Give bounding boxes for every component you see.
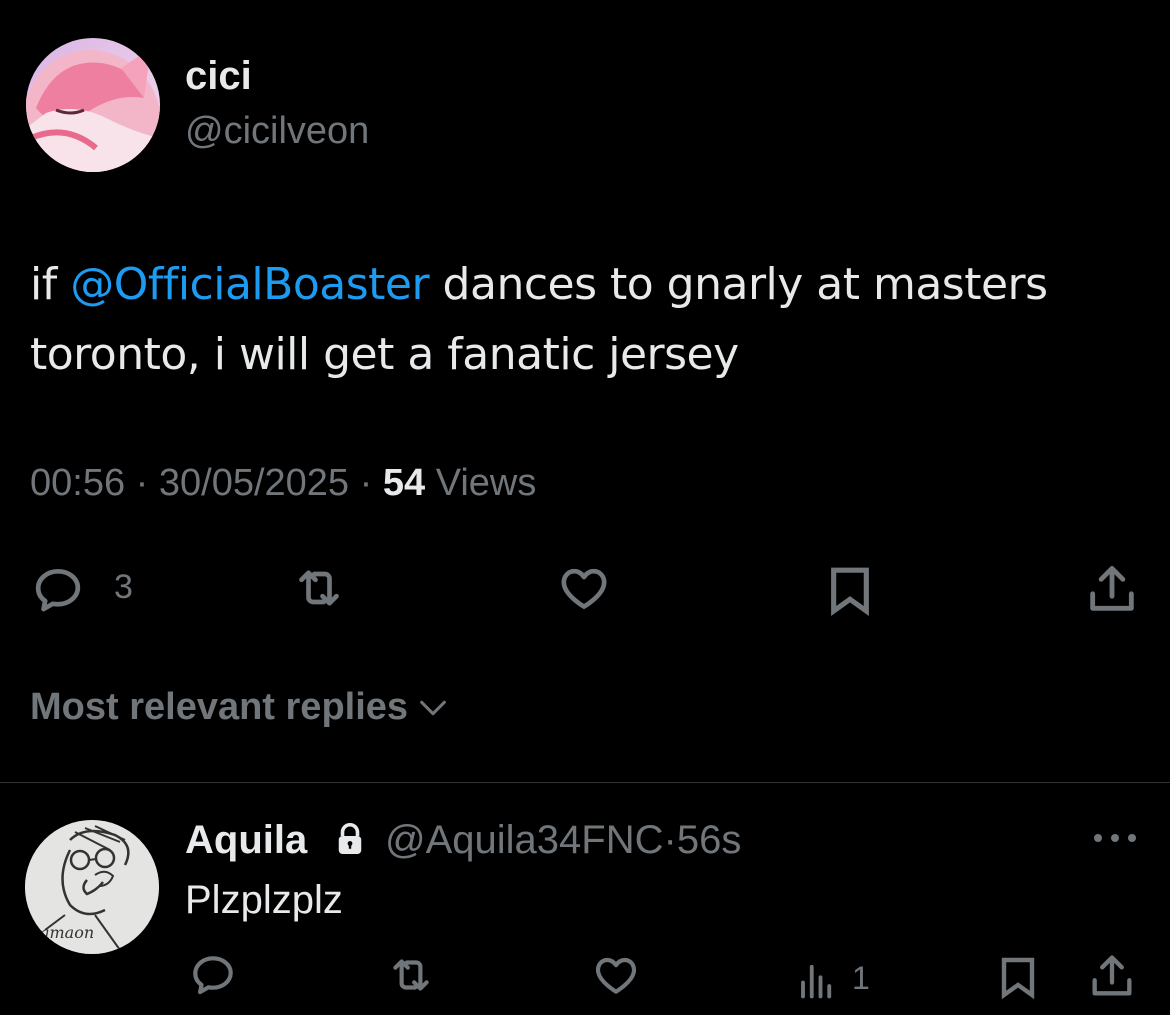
reply-button[interactable] xyxy=(28,562,88,618)
mention-link[interactable]: @OfficialBoaster xyxy=(70,259,429,310)
author-handle[interactable]: @cicilveon xyxy=(185,110,369,153)
tweet-date[interactable]: 30/05/2025 xyxy=(159,462,349,504)
like-button[interactable] xyxy=(554,560,614,616)
reply-like-button[interactable] xyxy=(590,950,642,1000)
meta-separator: · xyxy=(125,462,159,504)
views-label: Views xyxy=(435,462,537,504)
repost-button[interactable] xyxy=(286,560,352,616)
tweet-time[interactable]: 00:56 xyxy=(30,462,125,504)
more-options-button[interactable] xyxy=(1092,826,1138,850)
share-icon xyxy=(1090,566,1134,611)
tweet-text-prefix: if xyxy=(30,259,71,310)
reply-handle-line: @Aquila34FNC·56s xyxy=(385,818,741,863)
repost-icon xyxy=(393,959,429,991)
reply-icon xyxy=(35,569,81,612)
reply-time[interactable]: 56s xyxy=(677,818,742,862)
tweet-text: if @OfficialBoaster dances to gnarly at … xyxy=(30,250,1140,390)
bar-chart-icon xyxy=(801,964,832,999)
chevron-down-icon xyxy=(420,700,446,715)
reply-views-button[interactable] xyxy=(794,958,840,1000)
divider xyxy=(0,782,1170,783)
views-count: 54 xyxy=(382,462,426,504)
reply-count: 3 xyxy=(114,568,133,606)
avatar-caption: camaon xyxy=(31,923,94,942)
replies-sort-label: Most relevant replies xyxy=(30,686,409,728)
reply-author-name[interactable]: Aquila xyxy=(185,818,307,863)
lock-icon xyxy=(332,820,368,858)
reply-text: Plzplzplz xyxy=(185,878,343,922)
repost-icon xyxy=(299,570,339,606)
share-button[interactable] xyxy=(1082,560,1142,618)
reply-avatar[interactable]: camaon xyxy=(25,820,159,954)
reply-reply-button[interactable] xyxy=(187,950,239,1000)
heart-icon xyxy=(595,957,637,994)
bookmark-button[interactable] xyxy=(822,560,878,620)
reply-bookmark-button[interactable] xyxy=(994,950,1042,1004)
heart-icon xyxy=(561,568,607,609)
bookmark-icon xyxy=(831,567,869,616)
meta-separator: · xyxy=(349,462,383,504)
replies-sort-dropdown[interactable]: Most relevant replies xyxy=(30,686,450,729)
share-icon xyxy=(1092,955,1132,996)
reply-views-count: 1 xyxy=(852,960,870,996)
reply-icon xyxy=(193,956,233,995)
tweet-meta: 00:56 · 30/05/2025 · 54 Views xyxy=(30,462,536,505)
author-name[interactable]: cici xyxy=(185,54,252,99)
bookmark-icon xyxy=(1001,957,1035,1000)
author-avatar[interactable] xyxy=(26,38,160,172)
more-icon xyxy=(1094,834,1136,842)
reply-repost-button[interactable] xyxy=(382,950,440,1000)
reply-share-button[interactable] xyxy=(1086,950,1138,1002)
reply-author-handle[interactable]: @Aquila34FNC xyxy=(385,818,664,862)
meta-separator: · xyxy=(663,818,677,862)
